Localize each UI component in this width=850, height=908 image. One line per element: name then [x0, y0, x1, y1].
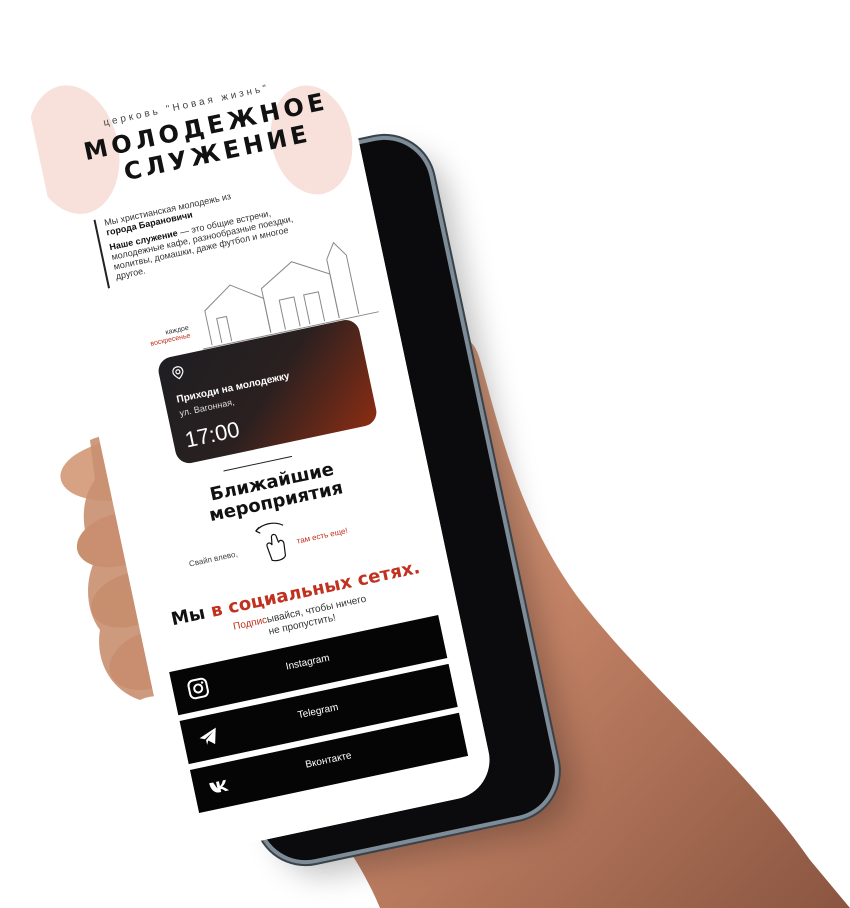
location-pin-icon: [172, 366, 184, 380]
swipe-hint-left: Свайп влево,: [188, 549, 239, 569]
mockup-stage: церковь "Новая жизнь" МОЛОДЕЖНОЕ СЛУЖЕНИ…: [0, 0, 850, 908]
event-day-label: каждое воскресенье: [149, 324, 192, 348]
swipe-hint-more: там есть еще!: [295, 526, 349, 546]
event-time: 17:00: [182, 416, 242, 453]
swipe-hand-icon: [255, 522, 287, 562]
